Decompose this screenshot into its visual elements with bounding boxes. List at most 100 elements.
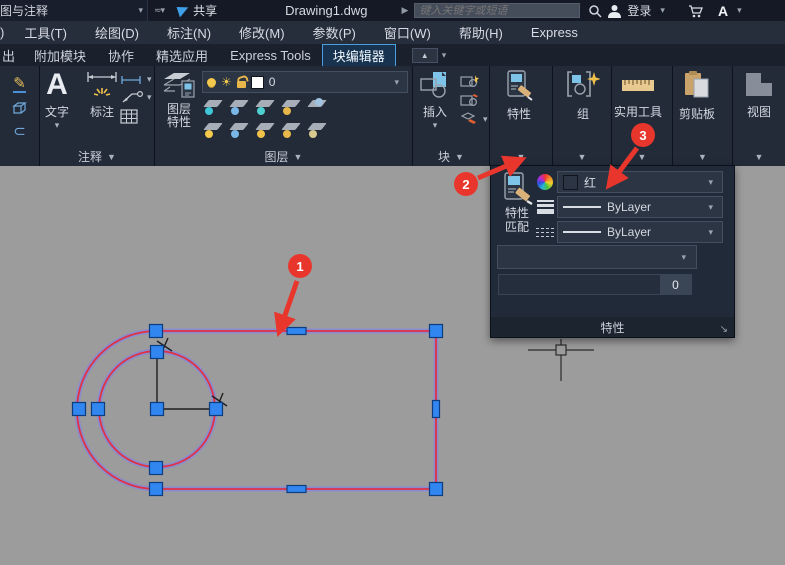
dialog-launcher-icon[interactable]: ↘ <box>720 324 728 335</box>
panel-block: 插入 ▾ <box>413 66 490 166</box>
layer-unlock-tool-icon[interactable] <box>281 121 303 138</box>
grip-top-left[interactable] <box>150 325 163 338</box>
layer-unisolate-icon[interactable] <box>229 121 251 138</box>
autodesk-logo[interactable]: A <box>718 3 728 19</box>
menu-item-parametric[interactable]: 参数(P) <box>299 23 370 42</box>
layer-make-current-icon[interactable] <box>307 98 329 115</box>
grip-circle-top[interactable] <box>151 346 164 359</box>
transparency-field[interactable]: 0 <box>498 274 692 295</box>
layer-dropdown[interactable]: ☀ 0 ▾ <box>202 71 408 93</box>
help-search-box[interactable] <box>414 3 580 18</box>
flyout-footer[interactable]: 特性 ↘ <box>491 317 734 337</box>
edit-block-icon[interactable]: ✎ <box>13 76 26 93</box>
ribbon-collapse-options[interactable]: ▾ <box>442 50 447 61</box>
grip-circle-bottom[interactable] <box>150 462 163 475</box>
table-button[interactable] <box>120 109 152 124</box>
grip-top-right[interactable] <box>430 325 443 338</box>
linear-dimension-button[interactable]: ▾ <box>120 74 152 85</box>
workspace-switcher[interactable]: 图与注释 ▾ <box>0 0 148 21</box>
grip-bottom-right[interactable] <box>430 483 443 496</box>
grip-stretch-right[interactable] <box>433 401 440 418</box>
properties-flyout: 特性 匹配 红 ▾ ByLayer ▾ ByLayer ▾ ▾ <box>490 165 735 338</box>
search-icon[interactable] <box>588 4 602 18</box>
menu-item-draw[interactable]: 绘图(D) <box>81 23 153 42</box>
insert-button[interactable]: 插入 ▾ <box>419 70 451 131</box>
layer-lock-icon[interactable] <box>281 98 303 115</box>
cube-icon[interactable] <box>12 101 28 116</box>
layer-turn-on-icon[interactable] <box>203 121 225 138</box>
menu-item-tools[interactable]: 工具(T) <box>10 23 81 42</box>
properties-panel-flyout-toggle[interactable]: ▼ <box>490 147 552 166</box>
utilities-button[interactable]: 实用工具 <box>614 70 662 120</box>
layer-off-icon[interactable] <box>203 98 225 115</box>
ribbon-collapse-button[interactable]: ▲ <box>412 48 438 63</box>
linetype-dropdown[interactable]: ByLayer ▾ <box>557 221 723 243</box>
leader-button[interactable]: ▾ <box>120 90 152 104</box>
plot-style-dropdown[interactable]: ▾ <box>497 245 697 269</box>
panel-label-block[interactable]: 块▼ <box>413 147 489 166</box>
tab-collaborate[interactable]: 协作 <box>97 44 145 67</box>
dimension-button[interactable]: 标注 <box>85 70 119 120</box>
layer-freeze-icon[interactable] <box>255 98 277 115</box>
layer-on-icon <box>207 78 216 87</box>
share-label: 共享 <box>193 2 217 19</box>
panel-label-layers[interactable]: 图层▼ <box>155 147 412 166</box>
menu-item-dimension[interactable]: 标注(N) <box>153 23 225 42</box>
cart-icon[interactable] <box>688 4 703 18</box>
search-input[interactable] <box>415 5 579 17</box>
ruler-icon <box>618 70 658 100</box>
panel-view: 视图 ▼ <box>733 66 785 166</box>
share-button[interactable]: 共享 <box>170 2 225 19</box>
layer-properties-button[interactable]: 图层 特性 <box>161 70 197 129</box>
layer-match-icon[interactable] <box>307 121 329 138</box>
user-icon[interactable] <box>607 4 622 18</box>
tab-addins[interactable]: 附加模块 <box>23 44 97 67</box>
menu-item-modify[interactable]: 修改(M) <box>225 23 299 42</box>
search-history-icon[interactable]: ▶ <box>401 5 408 16</box>
quick-access-expand[interactable]: ≂▾ <box>148 5 170 16</box>
edit-attributes-button[interactable] <box>460 93 488 107</box>
grip-circle-left[interactable] <box>92 403 105 416</box>
grips[interactable] <box>73 325 443 496</box>
block-attribute-manager-button[interactable]: ▾ <box>460 112 488 126</box>
grip-stretch-top[interactable] <box>287 328 306 335</box>
panel-label-annotate[interactable]: 注释▼ <box>40 147 154 166</box>
view-button[interactable]: 视图 <box>743 70 775 120</box>
text-icon: A <box>46 70 68 100</box>
match-properties-button[interactable]: 特性 匹配 <box>497 172 537 234</box>
grip-circle-center[interactable] <box>151 403 164 416</box>
group-button[interactable]: 组 <box>566 70 600 122</box>
layer-thaw-all-icon[interactable] <box>255 121 277 138</box>
transparency-value: 0 <box>660 275 691 294</box>
grip-arc-mid[interactable] <box>73 403 86 416</box>
chevron-down-icon: ▾ <box>704 227 717 238</box>
construction-lines <box>157 338 227 410</box>
create-block-button[interactable] <box>460 74 488 88</box>
grip-bottom-left[interactable] <box>150 483 163 496</box>
properties-button[interactable]: 特性 <box>504 70 534 122</box>
chevron-down-icon[interactable]: ▾ <box>656 5 669 16</box>
menu-item-help[interactable]: 帮助(H) <box>445 23 517 42</box>
workspace-label: 图与注释 <box>0 2 48 19</box>
tab-block-editor[interactable]: 块编辑器 <box>322 44 396 67</box>
clip-icon[interactable]: ⊂ <box>13 124 26 139</box>
chevron-down-icon[interactable]: ▾ <box>733 5 746 16</box>
clipboard-button[interactable]: 剪贴板 <box>679 70 715 122</box>
layer-isolate-icon[interactable] <box>229 98 251 115</box>
group-panel-flyout-toggle[interactable]: ▼ <box>553 147 611 166</box>
utilities-panel-flyout-toggle[interactable]: ▼ <box>612 147 672 166</box>
view-panel-flyout-toggle[interactable]: ▼ <box>733 147 785 166</box>
object-color-dropdown[interactable]: 红 ▾ <box>557 171 723 193</box>
lineweight-dropdown[interactable]: ByLayer ▾ <box>557 196 723 218</box>
tab-output-cut[interactable]: 出 <box>0 44 23 67</box>
clipboard-panel-flyout-toggle[interactable]: ▼ <box>673 147 732 166</box>
tab-featured-apps[interactable]: 精选应用 <box>145 44 219 67</box>
menu-item-express[interactable]: Express <box>517 25 592 40</box>
grip-circle-right[interactable] <box>210 403 223 416</box>
login-button[interactable]: 登录 <box>627 2 651 19</box>
menu-item-window[interactable]: 窗口(W) <box>370 23 445 42</box>
menu-item-cut[interactable]: ) <box>0 25 10 40</box>
grip-stretch-bottom[interactable] <box>287 486 306 493</box>
tab-express-tools[interactable]: Express Tools <box>219 46 322 65</box>
text-button[interactable]: A 文字 ▾ <box>45 70 69 131</box>
